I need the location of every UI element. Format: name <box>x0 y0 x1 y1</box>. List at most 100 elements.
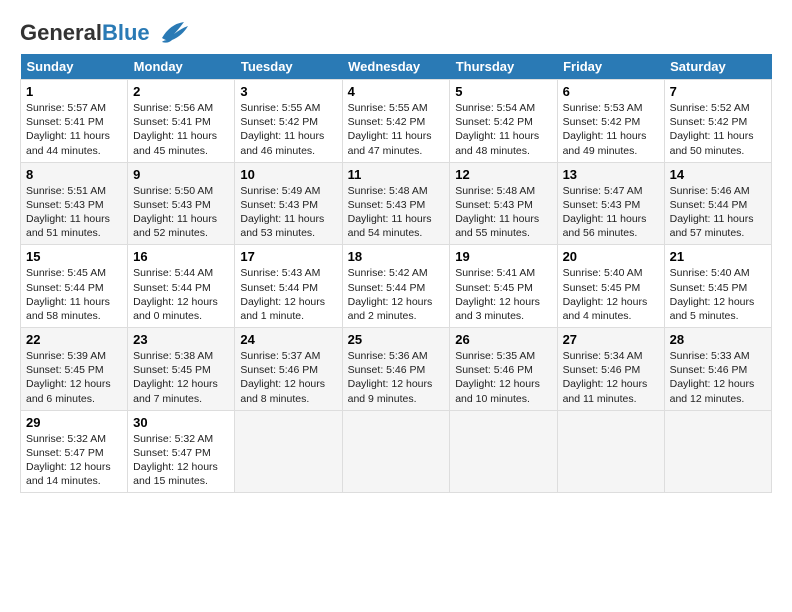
day-info: Sunrise: 5:56 AMSunset: 5:41 PMDaylight:… <box>133 102 217 157</box>
day-number: 27 <box>563 332 659 347</box>
day-number: 16 <box>133 249 229 264</box>
day-info: Sunrise: 5:40 AMSunset: 5:45 PMDaylight:… <box>670 267 755 322</box>
day-info: Sunrise: 5:42 AMSunset: 5:44 PMDaylight:… <box>348 267 433 322</box>
day-number: 2 <box>133 84 229 99</box>
day-number: 19 <box>455 249 551 264</box>
calendar-cell: 7 Sunrise: 5:52 AMSunset: 5:42 PMDayligh… <box>664 80 771 163</box>
calendar-week-row: 15 Sunrise: 5:45 AMSunset: 5:44 PMDaylig… <box>21 245 772 328</box>
day-number: 18 <box>348 249 445 264</box>
day-info: Sunrise: 5:51 AMSunset: 5:43 PMDaylight:… <box>26 185 110 240</box>
calendar-cell: 9 Sunrise: 5:50 AMSunset: 5:43 PMDayligh… <box>128 162 235 245</box>
weekday-header-thursday: Thursday <box>450 54 557 80</box>
calendar-cell: 10 Sunrise: 5:49 AMSunset: 5:43 PMDaylig… <box>235 162 342 245</box>
day-number: 28 <box>670 332 766 347</box>
weekday-header-wednesday: Wednesday <box>342 54 450 80</box>
calendar-cell: 16 Sunrise: 5:44 AMSunset: 5:44 PMDaylig… <box>128 245 235 328</box>
calendar-cell: 1 Sunrise: 5:57 AMSunset: 5:41 PMDayligh… <box>21 80 128 163</box>
day-info: Sunrise: 5:39 AMSunset: 5:45 PMDaylight:… <box>26 350 111 405</box>
day-info: Sunrise: 5:52 AMSunset: 5:42 PMDaylight:… <box>670 102 754 157</box>
logo: GeneralBlue <box>20 20 190 46</box>
logo-general: GeneralBlue <box>20 22 150 44</box>
calendar-header-row: SundayMondayTuesdayWednesdayThursdayFrid… <box>21 54 772 80</box>
day-info: Sunrise: 5:38 AMSunset: 5:45 PMDaylight:… <box>133 350 218 405</box>
day-number: 3 <box>240 84 336 99</box>
calendar-cell: 26 Sunrise: 5:35 AMSunset: 5:46 PMDaylig… <box>450 328 557 411</box>
day-info: Sunrise: 5:34 AMSunset: 5:46 PMDaylight:… <box>563 350 648 405</box>
day-number: 29 <box>26 415 122 430</box>
calendar-cell: 27 Sunrise: 5:34 AMSunset: 5:46 PMDaylig… <box>557 328 664 411</box>
day-number: 22 <box>26 332 122 347</box>
day-number: 13 <box>563 167 659 182</box>
calendar-cell: 19 Sunrise: 5:41 AMSunset: 5:45 PMDaylig… <box>450 245 557 328</box>
day-info: Sunrise: 5:33 AMSunset: 5:46 PMDaylight:… <box>670 350 755 405</box>
calendar-week-row: 29 Sunrise: 5:32 AMSunset: 5:47 PMDaylig… <box>21 410 772 493</box>
day-info: Sunrise: 5:46 AMSunset: 5:44 PMDaylight:… <box>670 185 754 240</box>
day-number: 30 <box>133 415 229 430</box>
calendar-cell: 15 Sunrise: 5:45 AMSunset: 5:44 PMDaylig… <box>21 245 128 328</box>
calendar-cell <box>557 410 664 493</box>
weekday-header-friday: Friday <box>557 54 664 80</box>
calendar-cell <box>235 410 342 493</box>
logo-blue: Blue <box>102 20 150 45</box>
day-number: 7 <box>670 84 766 99</box>
weekday-header-saturday: Saturday <box>664 54 771 80</box>
calendar-cell: 21 Sunrise: 5:40 AMSunset: 5:45 PMDaylig… <box>664 245 771 328</box>
day-number: 14 <box>670 167 766 182</box>
calendar-cell <box>342 410 450 493</box>
day-info: Sunrise: 5:48 AMSunset: 5:43 PMDaylight:… <box>455 185 539 240</box>
day-number: 11 <box>348 167 445 182</box>
day-info: Sunrise: 5:36 AMSunset: 5:46 PMDaylight:… <box>348 350 433 405</box>
day-info: Sunrise: 5:45 AMSunset: 5:44 PMDaylight:… <box>26 267 110 322</box>
day-number: 5 <box>455 84 551 99</box>
day-number: 25 <box>348 332 445 347</box>
day-info: Sunrise: 5:35 AMSunset: 5:46 PMDaylight:… <box>455 350 540 405</box>
day-number: 21 <box>670 249 766 264</box>
day-info: Sunrise: 5:53 AMSunset: 5:42 PMDaylight:… <box>563 102 647 157</box>
day-number: 20 <box>563 249 659 264</box>
day-number: 10 <box>240 167 336 182</box>
day-info: Sunrise: 5:32 AMSunset: 5:47 PMDaylight:… <box>26 433 111 488</box>
day-number: 15 <box>26 249 122 264</box>
calendar-week-row: 22 Sunrise: 5:39 AMSunset: 5:45 PMDaylig… <box>21 328 772 411</box>
day-info: Sunrise: 5:47 AMSunset: 5:43 PMDaylight:… <box>563 185 647 240</box>
day-info: Sunrise: 5:57 AMSunset: 5:41 PMDaylight:… <box>26 102 110 157</box>
day-info: Sunrise: 5:32 AMSunset: 5:47 PMDaylight:… <box>133 433 218 488</box>
calendar-cell: 29 Sunrise: 5:32 AMSunset: 5:47 PMDaylig… <box>21 410 128 493</box>
calendar-cell: 28 Sunrise: 5:33 AMSunset: 5:46 PMDaylig… <box>664 328 771 411</box>
day-info: Sunrise: 5:55 AMSunset: 5:42 PMDaylight:… <box>348 102 432 157</box>
calendar-cell: 18 Sunrise: 5:42 AMSunset: 5:44 PMDaylig… <box>342 245 450 328</box>
day-number: 26 <box>455 332 551 347</box>
day-number: 24 <box>240 332 336 347</box>
day-number: 17 <box>240 249 336 264</box>
calendar-cell: 5 Sunrise: 5:54 AMSunset: 5:42 PMDayligh… <box>450 80 557 163</box>
day-info: Sunrise: 5:43 AMSunset: 5:44 PMDaylight:… <box>240 267 325 322</box>
weekday-header-monday: Monday <box>128 54 235 80</box>
logo-bird-icon <box>154 20 190 46</box>
calendar-cell: 6 Sunrise: 5:53 AMSunset: 5:42 PMDayligh… <box>557 80 664 163</box>
calendar-cell: 3 Sunrise: 5:55 AMSunset: 5:42 PMDayligh… <box>235 80 342 163</box>
calendar-cell: 23 Sunrise: 5:38 AMSunset: 5:45 PMDaylig… <box>128 328 235 411</box>
day-info: Sunrise: 5:49 AMSunset: 5:43 PMDaylight:… <box>240 185 324 240</box>
header: GeneralBlue <box>20 16 772 46</box>
calendar-cell: 20 Sunrise: 5:40 AMSunset: 5:45 PMDaylig… <box>557 245 664 328</box>
calendar-cell: 11 Sunrise: 5:48 AMSunset: 5:43 PMDaylig… <box>342 162 450 245</box>
day-number: 1 <box>26 84 122 99</box>
day-info: Sunrise: 5:41 AMSunset: 5:45 PMDaylight:… <box>455 267 540 322</box>
calendar-cell: 24 Sunrise: 5:37 AMSunset: 5:46 PMDaylig… <box>235 328 342 411</box>
calendar-table: SundayMondayTuesdayWednesdayThursdayFrid… <box>20 54 772 493</box>
calendar-cell: 22 Sunrise: 5:39 AMSunset: 5:45 PMDaylig… <box>21 328 128 411</box>
day-number: 4 <box>348 84 445 99</box>
day-info: Sunrise: 5:50 AMSunset: 5:43 PMDaylight:… <box>133 185 217 240</box>
calendar-cell: 4 Sunrise: 5:55 AMSunset: 5:42 PMDayligh… <box>342 80 450 163</box>
calendar-cell: 2 Sunrise: 5:56 AMSunset: 5:41 PMDayligh… <box>128 80 235 163</box>
day-info: Sunrise: 5:40 AMSunset: 5:45 PMDaylight:… <box>563 267 648 322</box>
day-info: Sunrise: 5:44 AMSunset: 5:44 PMDaylight:… <box>133 267 218 322</box>
calendar-cell: 25 Sunrise: 5:36 AMSunset: 5:46 PMDaylig… <box>342 328 450 411</box>
calendar-cell: 30 Sunrise: 5:32 AMSunset: 5:47 PMDaylig… <box>128 410 235 493</box>
weekday-header-tuesday: Tuesday <box>235 54 342 80</box>
day-info: Sunrise: 5:48 AMSunset: 5:43 PMDaylight:… <box>348 185 432 240</box>
day-info: Sunrise: 5:54 AMSunset: 5:42 PMDaylight:… <box>455 102 539 157</box>
day-number: 6 <box>563 84 659 99</box>
calendar-cell <box>664 410 771 493</box>
day-info: Sunrise: 5:55 AMSunset: 5:42 PMDaylight:… <box>240 102 324 157</box>
